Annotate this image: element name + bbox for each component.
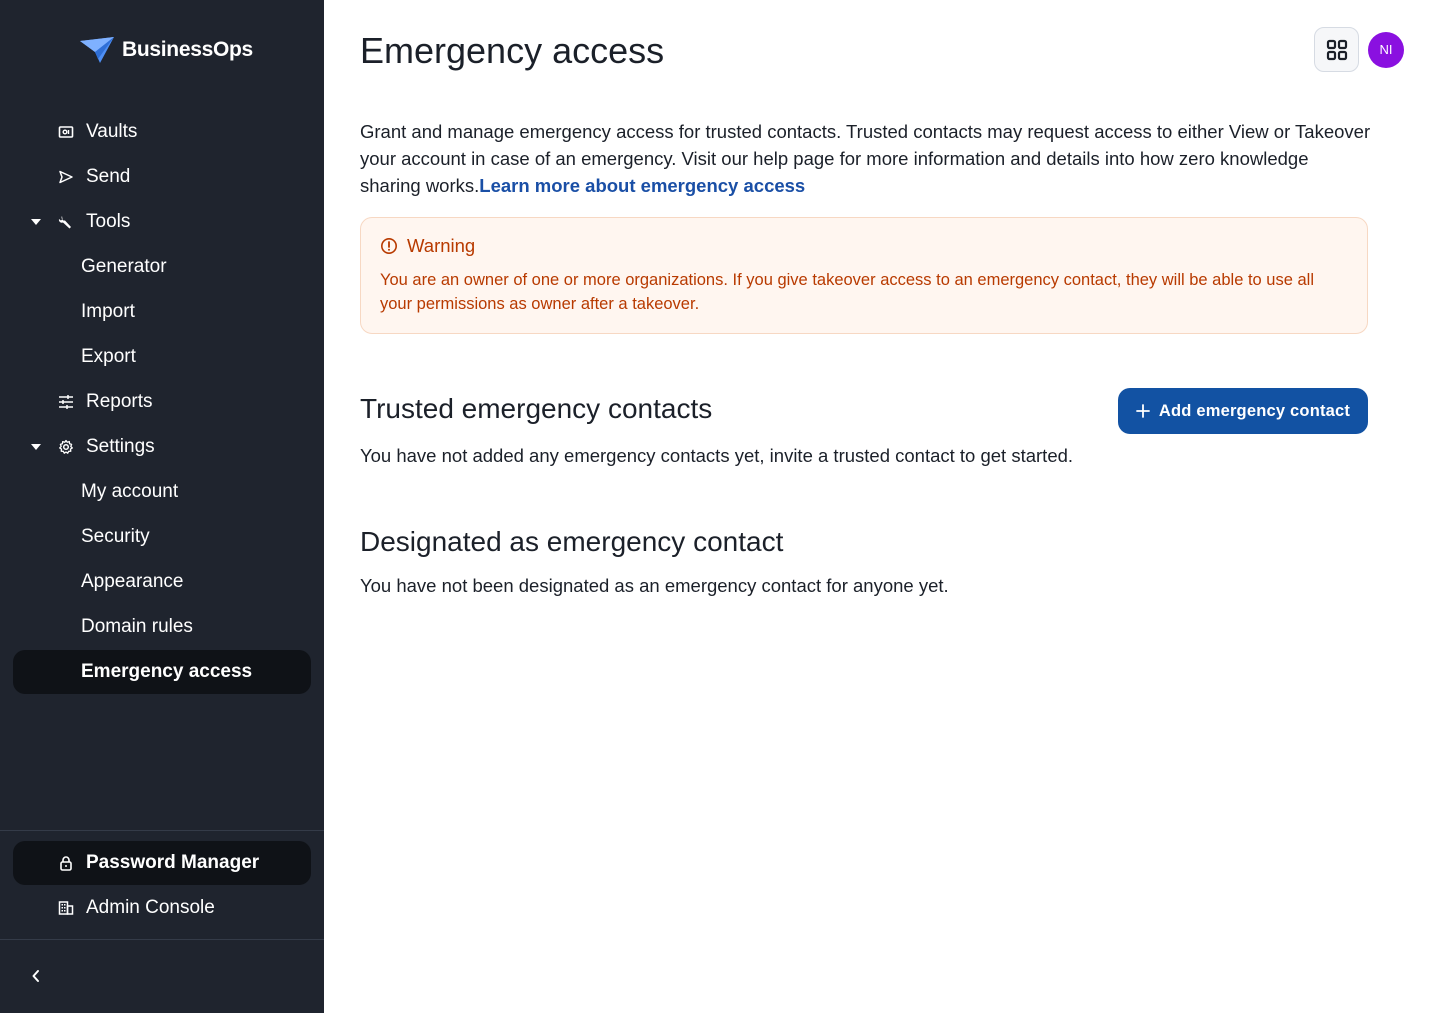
designated-contact-heading: Designated as emergency contact [360, 526, 784, 557]
caret-down-icon[interactable] [29, 440, 43, 454]
sidebar-item-label: Emergency access [81, 661, 253, 682]
sidebar-item-label: Settings [86, 436, 155, 457]
sidebar-item-my-account[interactable]: My account [13, 470, 311, 514]
sidebar-item-tools[interactable]: Tools [13, 200, 311, 244]
sidebar-item-label: Generator [81, 256, 167, 277]
sidebar-item-label: Tools [86, 211, 131, 232]
sidebar-divider [0, 830, 324, 831]
sidebar-item-label: Import [81, 301, 135, 322]
building-icon [57, 899, 75, 917]
sidebar-item-label: Export [81, 346, 136, 367]
brand-logo[interactable]: BusinessOps [78, 34, 253, 66]
send-icon [57, 168, 75, 186]
sidebar-item-import[interactable]: Import [13, 290, 311, 334]
wrench-icon [57, 213, 75, 231]
sidebar-item-send[interactable]: Send [13, 155, 311, 199]
sidebar-item-appearance[interactable]: Appearance [13, 560, 311, 604]
sidebar-item-emergency-access[interactable]: Emergency access [13, 650, 311, 694]
warning-callout: Warning You are an owner of one or more … [360, 217, 1368, 334]
sidebar-divider [0, 939, 324, 940]
trusted-contacts-empty-text: You have not added any emergency contact… [360, 445, 1074, 466]
sidebar-item-label: Security [81, 526, 150, 547]
gear-icon [57, 438, 75, 456]
avatar[interactable]: NI [1368, 31, 1404, 68]
sidebar-item-label: Domain rules [81, 616, 193, 637]
page-title: Emergency access [360, 30, 665, 71]
chevron-left-icon [32, 970, 39, 982]
sidebar-item-label: Vaults [86, 121, 138, 142]
collapse-sidebar-button[interactable] [22, 962, 50, 990]
warning-header: Warning [380, 235, 475, 257]
warning-circle-icon [381, 238, 397, 254]
caret-down-icon[interactable] [29, 215, 43, 229]
plus-icon [1135, 404, 1150, 418]
sidebar-item-settings[interactable]: Settings [13, 425, 311, 469]
product-label: Admin Console [86, 897, 215, 918]
sidebar: BusinessOps Vaults Send Tools Generator … [0, 0, 324, 1013]
sidebar-item-label: My account [81, 481, 179, 502]
add-emergency-contact-label: Add emergency contact [1158, 401, 1351, 420]
sidebar-item-domain-rules[interactable]: Domain rules [13, 605, 311, 649]
vault-icon [57, 123, 75, 141]
product-password-manager[interactable]: Password Manager [13, 841, 311, 885]
add-emergency-contact-button[interactable]: Add emergency contact [1118, 388, 1368, 434]
intro-text: Grant and manage emergency access for tr… [360, 118, 1372, 199]
header-actions: NI [1314, 27, 1404, 72]
product-label: Password Manager [86, 852, 260, 873]
sidebar-item-generator[interactable]: Generator [13, 245, 311, 289]
lock-icon [57, 854, 75, 872]
warning-body: You are an owner of one or more organiza… [380, 271, 1315, 313]
warning-title: Warning [407, 235, 476, 256]
sidebar-item-export[interactable]: Export [13, 335, 311, 379]
designated-contact-empty-text: You have not been designated as an emerg… [360, 575, 949, 596]
product-admin-console[interactable]: Admin Console [13, 886, 311, 930]
sliders-icon [57, 393, 75, 411]
sidebar-item-reports[interactable]: Reports [13, 380, 311, 424]
sidebar-item-label: Send [86, 166, 131, 187]
product-switcher-button[interactable] [1314, 27, 1359, 72]
sidebar-item-vaults[interactable]: Vaults [13, 110, 311, 154]
brand-name: BusinessOps [122, 38, 253, 61]
grid-icon [1326, 39, 1347, 60]
sidebar-item-label: Appearance [81, 571, 184, 592]
sidebar-item-security[interactable]: Security [13, 515, 311, 559]
learn-more-link[interactable]: Learn more about emergency access [479, 175, 805, 196]
sidebar-item-label: Reports [86, 391, 153, 412]
trusted-contacts-heading: Trusted emergency contacts [360, 393, 713, 424]
paper-plane-logo-icon [80, 37, 114, 63]
